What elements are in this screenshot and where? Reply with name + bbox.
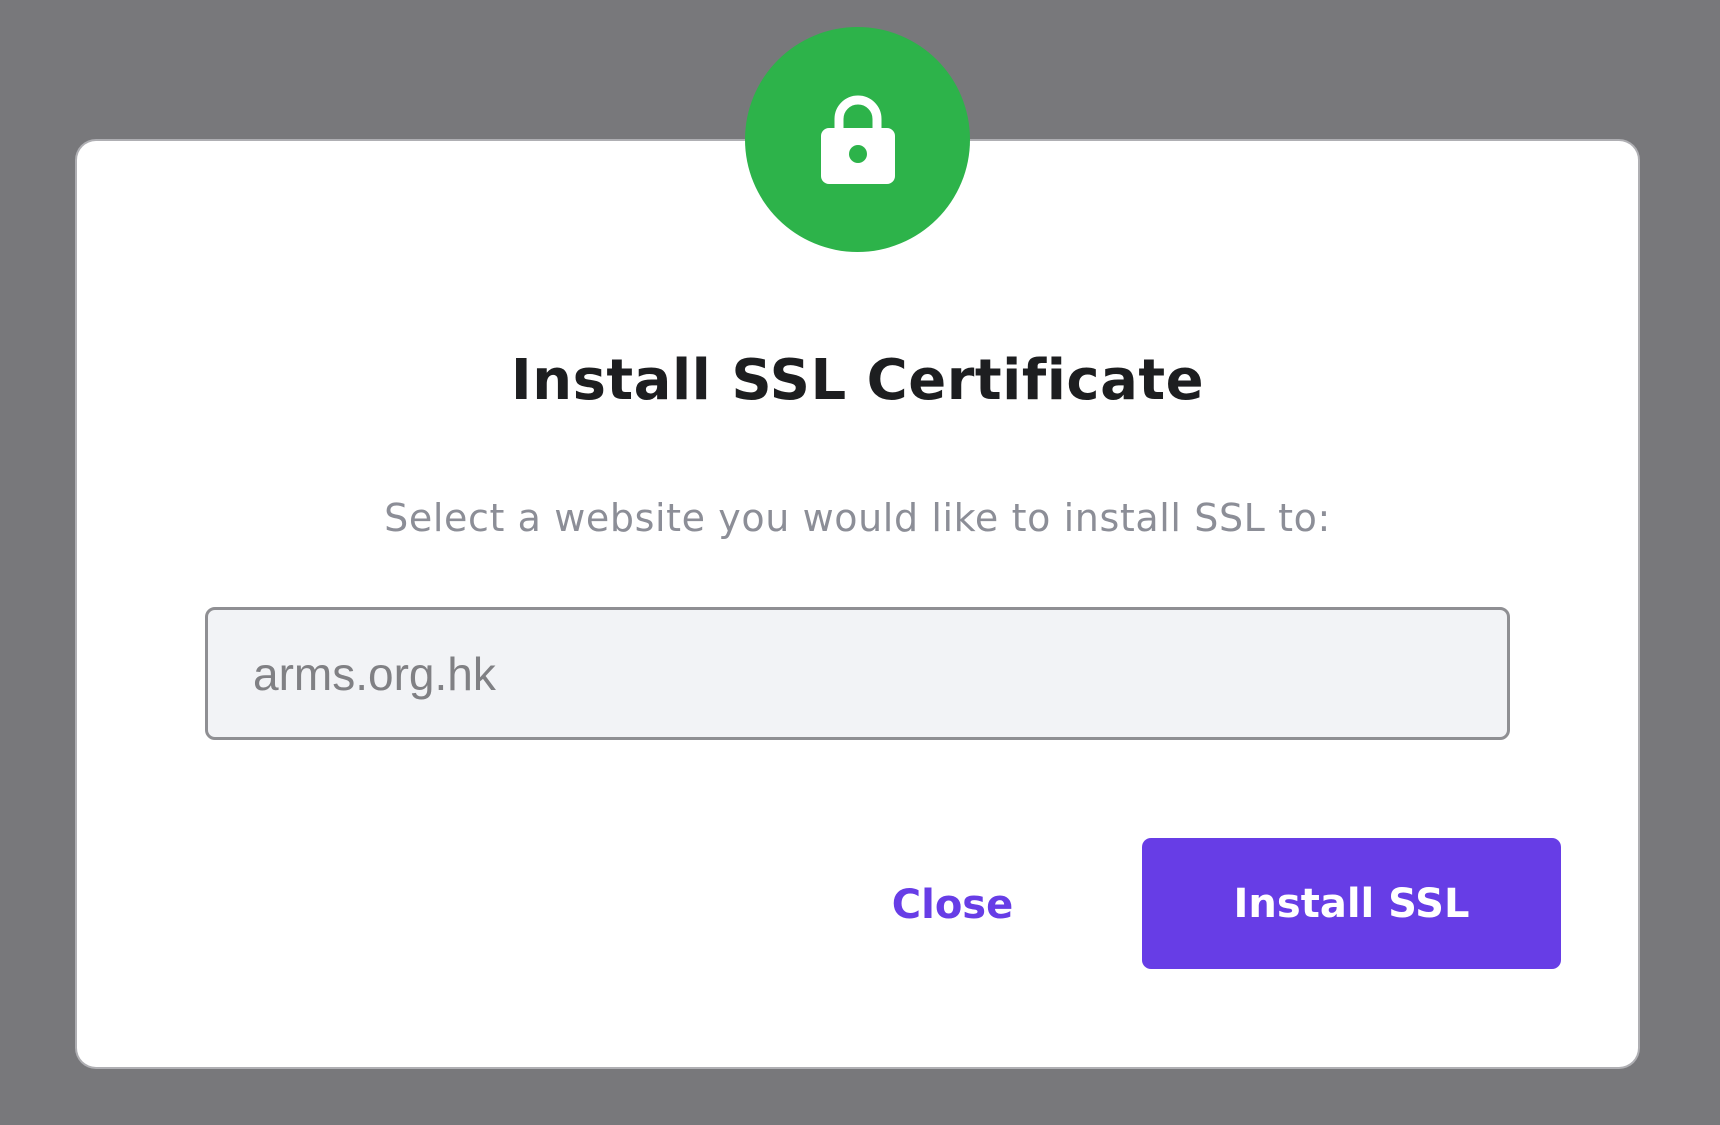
close-button[interactable]: Close — [880, 870, 1025, 940]
dialog-subtitle: Select a website you would like to insta… — [384, 496, 1331, 540]
lock-icon-badge — [745, 27, 970, 252]
install-ssl-dialog: Install SSL Certificate Select a website… — [77, 141, 1638, 1067]
dialog-title: Install SSL Certificate — [510, 348, 1205, 413]
website-select-value: arms.org.hk — [253, 647, 496, 700]
website-select-field[interactable]: arms.org.hk — [205, 607, 1510, 740]
lock-icon — [820, 95, 895, 184]
install-ssl-button[interactable]: Install SSL — [1142, 838, 1561, 969]
